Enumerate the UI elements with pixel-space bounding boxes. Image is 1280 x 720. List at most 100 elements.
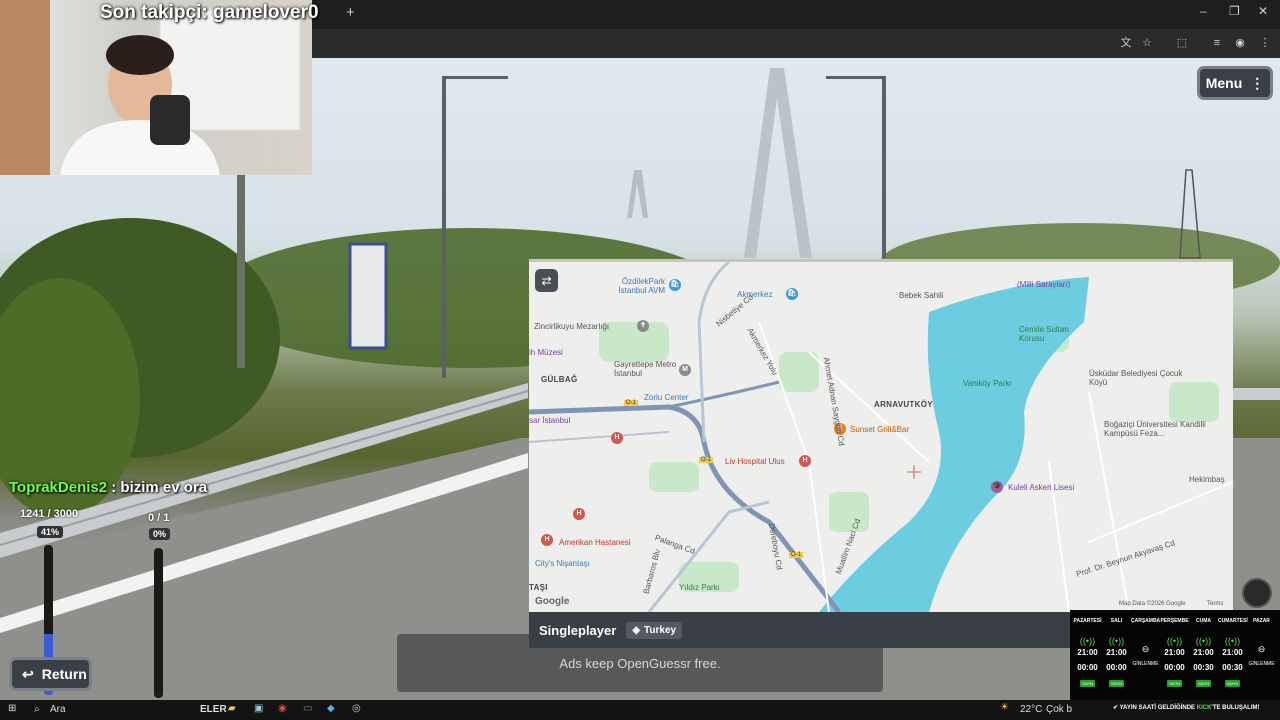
highway-shield-1: O-1 xyxy=(624,400,639,406)
more-options-icon[interactable]: ⋮ xyxy=(1258,36,1272,50)
terminal-icon[interactable]: ▭ xyxy=(303,703,312,714)
chrome-icon[interactable]: ◉ xyxy=(278,703,287,714)
hospital-pin-icon-4: H xyxy=(541,534,553,546)
stream-tag: YAYIN xyxy=(1224,680,1241,687)
rest-label: GİNLENME xyxy=(1132,661,1159,667)
stream-tag: YAYIN xyxy=(1166,680,1183,687)
map-label-sunset: Sunset Grill&Bar xyxy=(850,425,910,434)
new-tab-button[interactable]: + xyxy=(346,4,355,21)
mode-label: Singleplayer xyxy=(539,622,617,638)
taskbar-search-label[interactable]: Ara xyxy=(50,704,66,715)
weather-icon: ☀ xyxy=(1000,702,1009,713)
app-icon[interactable]: ▣ xyxy=(254,703,263,714)
return-arrow-icon: ↩ xyxy=(22,665,34,682)
day-name: SALI xyxy=(1110,618,1123,624)
live-icon: ((•)) xyxy=(1166,636,1183,646)
extensions-icon[interactable]: ⬚ xyxy=(1175,36,1189,50)
map-terms-link[interactable]: Terms xyxy=(1207,601,1223,607)
map-label-muzesi: ih Müzesi xyxy=(529,348,563,357)
map-label-gayrettepe: Gayrettepe Metro İstanbul xyxy=(614,360,677,378)
streamer-silhouette xyxy=(0,0,301,175)
start-time: 21:00 xyxy=(1222,648,1243,657)
school-pin-icon: 🎓 xyxy=(991,481,1003,493)
promo-icon: ✔ xyxy=(1113,705,1120,711)
promo-text-post: 'TE BULUŞALIM! xyxy=(1211,705,1260,711)
map-label-zincirlikuyu: Zincirlikuyu Mezarlığı xyxy=(534,322,610,331)
search-icon[interactable]: ⌕ xyxy=(34,704,40,715)
map-label-zorlu: Zorlu Center xyxy=(644,393,689,402)
webcam-overlay xyxy=(0,0,312,175)
stream-tag: YAYIN xyxy=(1108,680,1125,687)
day-name: PAZARTESİ xyxy=(1073,618,1102,624)
day-name: PERŞEMBE xyxy=(1160,618,1189,624)
map-label-tasi: TAŞI xyxy=(529,583,548,592)
day-name: CUMARTESİ xyxy=(1218,618,1248,624)
minimize-button[interactable]: – xyxy=(1200,4,1207,18)
promo-text-pre: YAYIN SAATİ GELDİĞİNDE xyxy=(1119,705,1197,711)
bookmark-star-icon[interactable]: ☆ xyxy=(1140,36,1154,50)
map-label-hekimbasi: Hekimbaş xyxy=(1189,475,1225,484)
chat-username: ToprakDenis2 xyxy=(9,479,108,496)
profile-icon[interactable]: ◉ xyxy=(1233,36,1247,50)
map-label-arnavutkoy: ARNAVUTKÖY xyxy=(874,400,933,409)
start-time: 21:00 xyxy=(1164,648,1185,657)
hospital-pin-icon-2: H xyxy=(799,455,811,467)
end-time: 00:00 xyxy=(1164,663,1185,672)
end-time: 00:30 xyxy=(1222,663,1243,672)
guess-map[interactable]: ⇄ 🛍 ÖzdilekPark İstanbul AVM 🛍 Akmerkez … xyxy=(529,259,1233,612)
menu-label: Menu xyxy=(1205,75,1243,91)
start-time: 21:00 xyxy=(1106,648,1127,657)
schedule-day-mon: PAZARTESİ ((•)) 21:00 00:00 YAYIN xyxy=(1073,610,1102,690)
kebab-icon: ⋮ xyxy=(1250,74,1265,91)
map-label-citys: City's Nişantaşı xyxy=(535,559,590,568)
progress-bar-2-percent: 0% xyxy=(149,528,171,540)
map-label-vanikoy: Vaniköy Parkı xyxy=(963,379,1012,388)
progress-bar-1-percent: 41% xyxy=(37,526,64,538)
close-window-button[interactable]: ✕ xyxy=(1258,4,1268,18)
country-label: Turkey xyxy=(644,624,677,636)
return-label: Return xyxy=(41,666,87,682)
stream-tag: YAYIN xyxy=(1195,680,1212,687)
windows-taskbar: ⊞ ⌕ Ara ELER ▰ ▣ ◉ ▭ ◆ ◎ ☀ 22°C Çok b xyxy=(0,700,1280,720)
translate-icon[interactable]: 文 xyxy=(1119,36,1133,50)
media-control-icon[interactable]: ≡ xyxy=(1210,36,1224,50)
ads-text: Ads keep OpenGuessr free. xyxy=(559,655,721,671)
chat-text: : bizim ev ora xyxy=(107,479,208,496)
map-label-sar-istanbul: sar İstanbul xyxy=(529,416,571,425)
live-icon: ((•)) xyxy=(1224,636,1241,646)
map-label-bebek: Bebek Sahili xyxy=(899,291,944,300)
map-label-livhospital: Liv Hospital Ulus xyxy=(725,457,785,466)
stream-schedule: PAZARTESİ ((•)) 21:00 00:00 YAYIN SALI (… xyxy=(1070,610,1280,700)
country-pill: ◈ Turkey xyxy=(626,621,683,639)
menu-button[interactable]: Menu ⋮ xyxy=(1197,66,1273,100)
rest-label: GİNLENME xyxy=(1248,661,1275,667)
map-label-ozdilek: ÖzdilekPark İstanbul AVM xyxy=(618,277,665,295)
live-icon: ((•)) xyxy=(1079,636,1096,646)
rest-icon: ⊖ xyxy=(1141,644,1150,654)
schedule-day-thu: PERŞEMBE ((•)) 21:00 00:00 YAYIN xyxy=(1160,610,1189,690)
steam-icon[interactable]: ◆ xyxy=(327,703,335,714)
folder-icon[interactable]: ▰ xyxy=(228,703,236,714)
start-icon[interactable]: ⊞ xyxy=(8,703,16,714)
mall-pin-icon-2: 🛍 xyxy=(786,288,798,300)
layers-icon: ◈ xyxy=(632,624,641,636)
highway-shield-3: O-1 xyxy=(789,552,804,558)
schedule-day-sat: CUMARTESİ ((•)) 21:00 00:30 YAYIN xyxy=(1218,610,1248,690)
schedule-day-sun: PAZAR ⊖ GİNLENME xyxy=(1247,610,1276,667)
hospital-pin-icon-3: H xyxy=(573,508,585,520)
map-filter-button[interactable]: ⇄ xyxy=(535,269,558,292)
schedule-day-wed: ÇARŞAMBA ⊖ GİNLENME xyxy=(1131,610,1160,667)
obs-icon[interactable]: ◎ xyxy=(352,703,361,714)
return-button[interactable]: ↩ Return xyxy=(9,657,92,691)
progress-bar-1-label: 1241 / 3000 xyxy=(20,508,79,520)
weather-temp: 22°C xyxy=(1020,704,1043,715)
taskbar-app-label: ELER xyxy=(200,704,227,715)
latest-follower-text: Son takipçi: gamelover0 xyxy=(100,2,319,23)
day-name: PAZAR xyxy=(1253,618,1270,624)
map-label-gulbag: GÜLBAĞ xyxy=(541,375,578,384)
map-label-kuleli: Kuleli Askeri Lisesi xyxy=(1008,483,1075,492)
map-data-credit: Map Data ©2026 Google xyxy=(1119,601,1186,607)
promo-brand: KICK xyxy=(1196,705,1212,711)
restore-button[interactable]: ❐ xyxy=(1229,4,1240,18)
map-label-bogazici: Boğaziçi Üniversitesi Kandilli Kampüsü F… xyxy=(1104,420,1206,438)
